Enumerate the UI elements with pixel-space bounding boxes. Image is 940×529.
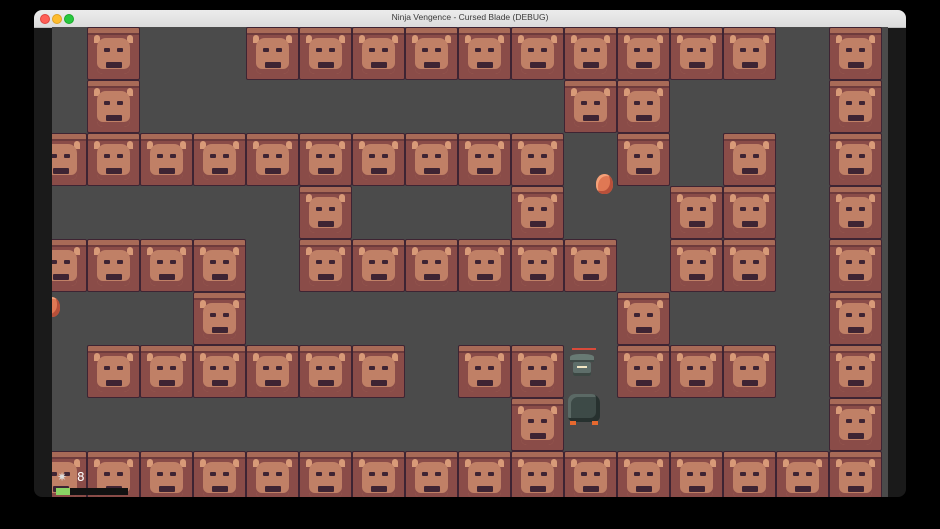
demon-face-wall-tile xyxy=(458,27,511,80)
demon-face-wall-tile xyxy=(829,345,882,398)
demon-face-wall-tile xyxy=(564,80,617,133)
shuriken-count: 8 xyxy=(77,470,85,484)
demon-face-wall-tile xyxy=(511,186,564,239)
demon-face-wall-tile xyxy=(193,451,246,497)
demon-face-wall-tile xyxy=(52,239,87,292)
demon-face-wall-tile xyxy=(458,451,511,497)
demon-face-wall-tile xyxy=(87,345,140,398)
demon-face-wall-tile xyxy=(723,239,776,292)
demon-face-wall-tile xyxy=(193,292,246,345)
demon-face-wall-tile xyxy=(87,27,140,80)
demon-face-wall-tile xyxy=(299,133,352,186)
demon-face-wall-tile xyxy=(299,345,352,398)
demon-face-wall-tile xyxy=(299,186,352,239)
demon-face-wall-tile xyxy=(670,451,723,497)
player-health-bar xyxy=(572,348,596,350)
demon-face-wall-tile xyxy=(617,451,670,497)
demon-face-wall-tile xyxy=(829,239,882,292)
demon-face-wall-tile xyxy=(405,133,458,186)
demon-face-wall-tile xyxy=(564,239,617,292)
demon-face-wall-tile xyxy=(458,239,511,292)
demon-face-wall-tile xyxy=(723,345,776,398)
demon-face-wall-tile xyxy=(723,186,776,239)
demon-face-wall-tile xyxy=(246,451,299,497)
demon-face-wall-tile xyxy=(299,27,352,80)
demon-face-wall-tile xyxy=(299,239,352,292)
demon-face-wall-tile xyxy=(352,451,405,497)
demon-face-wall-tile xyxy=(352,345,405,398)
demon-face-wall-tile xyxy=(511,398,564,451)
demon-face-wall-tile xyxy=(193,345,246,398)
demon-face-wall-tile xyxy=(193,239,246,292)
demon-face-wall-tile xyxy=(140,345,193,398)
demon-face-wall-tile xyxy=(776,451,829,497)
demon-face-wall-tile xyxy=(405,27,458,80)
window-title: Ninja Vengence - Cursed Blade (DEBUG) xyxy=(391,12,549,22)
demon-face-wall-tile xyxy=(246,133,299,186)
stone-golem-enemy xyxy=(568,394,600,422)
demon-face-wall-tile xyxy=(723,27,776,80)
demon-face-wall-tile xyxy=(140,239,193,292)
fire-slime-enemy xyxy=(52,297,60,317)
demon-face-wall-tile xyxy=(511,239,564,292)
demon-face-wall-tile xyxy=(140,133,193,186)
demon-face-wall-tile xyxy=(87,239,140,292)
demon-face-wall-tile xyxy=(564,451,617,497)
ninja-player-eyes xyxy=(577,366,587,368)
game-window: Ninja Vengence - Cursed Blade (DEBUG) ✷ … xyxy=(34,10,906,497)
xp-bar xyxy=(56,488,128,495)
demon-face-wall-tile xyxy=(299,451,352,497)
demon-face-wall-tile xyxy=(617,292,670,345)
demon-face-wall-tile xyxy=(246,27,299,80)
demon-face-wall-tile xyxy=(511,451,564,497)
demon-face-wall-tile xyxy=(670,27,723,80)
demon-face-wall-tile xyxy=(87,80,140,133)
demon-face-wall-tile xyxy=(511,27,564,80)
demon-face-wall-tile xyxy=(723,133,776,186)
demon-face-wall-tile xyxy=(140,451,193,497)
demon-face-wall-tile xyxy=(511,345,564,398)
demon-face-wall-tile xyxy=(87,133,140,186)
demon-face-wall-tile xyxy=(617,345,670,398)
demon-face-wall-tile xyxy=(829,80,882,133)
demon-face-wall-tile xyxy=(829,292,882,345)
demon-face-wall-tile xyxy=(352,133,405,186)
demon-face-wall-tile xyxy=(829,27,882,80)
xp-bar-fill xyxy=(56,488,71,495)
ninja-player-hat xyxy=(570,354,594,362)
demon-face-wall-tile xyxy=(829,186,882,239)
demon-face-wall-tile xyxy=(670,186,723,239)
title-bar[interactable]: Ninja Vengence - Cursed Blade (DEBUG) xyxy=(34,10,906,28)
demon-face-wall-tile xyxy=(405,451,458,497)
demon-face-wall-tile xyxy=(352,239,405,292)
demon-face-wall-tile xyxy=(617,27,670,80)
golem-foot xyxy=(570,421,576,425)
demon-face-wall-tile xyxy=(723,451,776,497)
demon-face-wall-tile xyxy=(352,27,405,80)
demon-face-wall-tile xyxy=(829,451,882,497)
golem-foot xyxy=(592,421,598,425)
demon-face-wall-tile xyxy=(617,80,670,133)
game-viewport[interactable]: ✷ 8 xyxy=(52,27,888,497)
demon-face-wall-tile xyxy=(617,133,670,186)
shuriken-icon: ✷ xyxy=(57,470,68,484)
demon-face-wall-tile xyxy=(670,239,723,292)
demon-face-wall-tile xyxy=(511,133,564,186)
demon-face-wall-tile xyxy=(52,133,87,186)
fire-slime-enemy xyxy=(596,174,613,194)
demon-face-wall-tile xyxy=(193,133,246,186)
demon-face-wall-tile xyxy=(246,345,299,398)
demon-face-wall-tile xyxy=(458,345,511,398)
demon-face-wall-tile xyxy=(670,345,723,398)
demon-face-wall-tile xyxy=(458,133,511,186)
demon-face-wall-tile xyxy=(564,27,617,80)
ninja-player xyxy=(573,362,591,376)
demon-face-wall-tile xyxy=(829,398,882,451)
demon-face-wall-tile xyxy=(829,133,882,186)
demon-face-wall-tile xyxy=(405,239,458,292)
